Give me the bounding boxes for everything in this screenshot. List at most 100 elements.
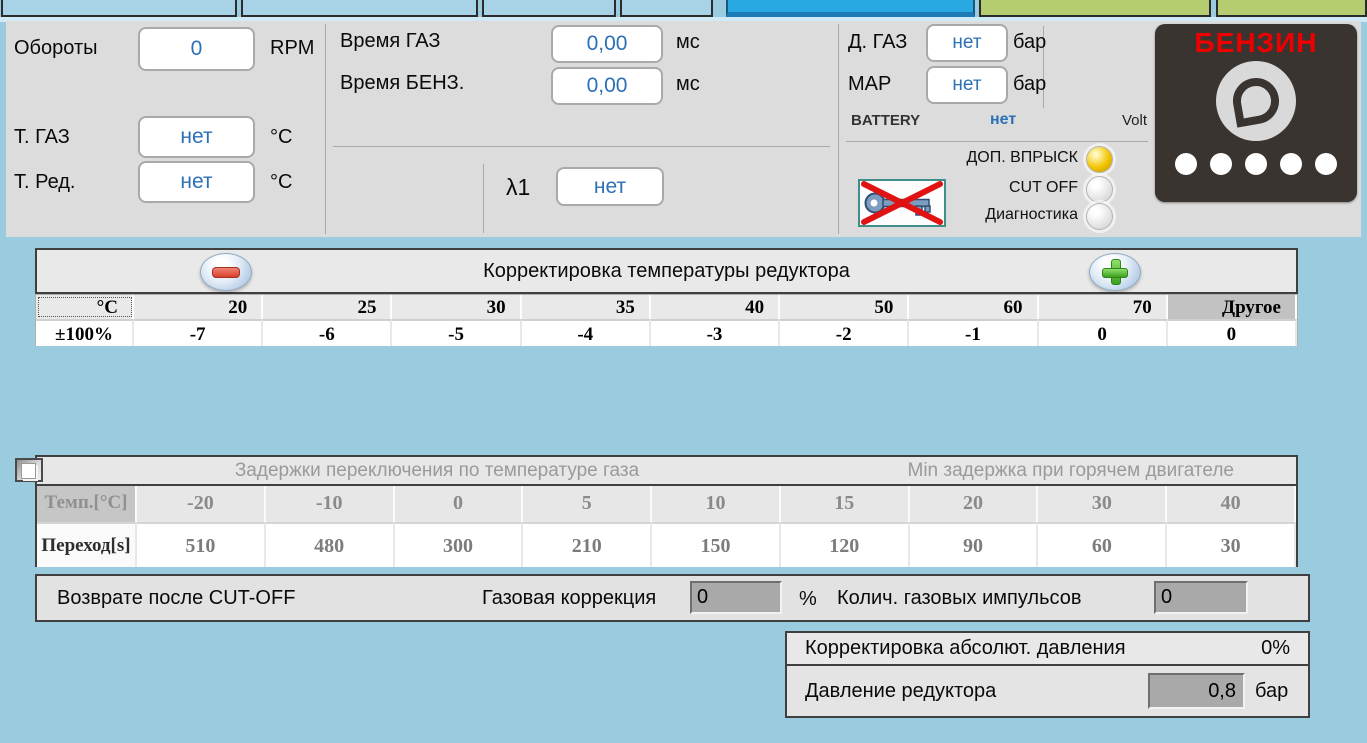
header-cell[interactable]: 30 <box>392 295 522 319</box>
tab-2[interactable] <box>241 0 478 17</box>
rpm-display: 0 <box>138 27 255 71</box>
fuel-switch-badge[interactable]: БЕНЗИН <box>1155 24 1357 202</box>
header-cell[interactable]: 40 <box>650 295 781 319</box>
header-cell[interactable]: 60 <box>909 295 1039 319</box>
gas-correction-label: Газовая коррекция <box>482 587 657 609</box>
header-cell[interactable]: 15 <box>780 486 910 522</box>
value-cell[interactable]: 150 <box>652 522 781 567</box>
header-cell[interactable]: 5 <box>523 486 653 522</box>
min-delay-label: Min задержка при горячем двигателе <box>907 460 1235 481</box>
gas-drop-logo-icon <box>1216 61 1296 141</box>
value-cell[interactable]: -2 <box>780 319 910 346</box>
tab-1[interactable] <box>1 0 237 17</box>
row-label-cell: Переход[s] <box>37 522 137 567</box>
tab-4[interactable] <box>620 0 713 17</box>
level-dot <box>1245 153 1267 175</box>
reducer-correction-header-row: °C 20 25 30 35 40 50 60 70 Другое <box>35 294 1298 319</box>
gas-pulses-input[interactable]: 0 <box>1154 581 1248 614</box>
value-cell[interactable]: -3 <box>650 319 781 346</box>
switch-delays-header-row: Темп.[°C] -20 -10 0 5 10 15 20 30 40 <box>37 486 1296 522</box>
map-label: MAP <box>848 73 892 95</box>
gas-correction-unit: % <box>799 588 817 610</box>
value-cell[interactable]: -4 <box>521 319 651 346</box>
value-cell[interactable]: 210 <box>523 522 653 567</box>
header-cell: Темп.[°C] <box>37 486 137 522</box>
divider <box>333 146 830 147</box>
value-cell[interactable]: 0 <box>1167 319 1297 346</box>
tab-6[interactable] <box>979 0 1211 17</box>
rpm-unit: RPM <box>270 37 315 59</box>
time-benz-display: 0,00 <box>551 67 663 105</box>
value-cell[interactable]: ±100% <box>36 319 134 346</box>
switch-delays-value-row: Переход[s] 510 480 300 210 150 120 90 60… <box>37 522 1296 567</box>
header-cell[interactable]: 40 <box>1167 486 1296 522</box>
header-cell[interactable]: 25 <box>263 295 393 319</box>
min-delay-checkbox[interactable] <box>15 458 43 482</box>
header-cell[interactable]: 35 <box>521 295 651 319</box>
battery-unit: Volt <box>1122 112 1148 129</box>
header-cell[interactable]: 50 <box>780 295 910 319</box>
header-cell[interactable]: 10 <box>652 486 781 522</box>
value-cell[interactable]: -5 <box>392 319 522 346</box>
header-cell[interactable]: 20 <box>909 486 1039 522</box>
lambda1-label: λ1 <box>506 174 531 200</box>
key-disabled-icon <box>858 179 946 227</box>
value-cell[interactable]: 0 <box>1038 319 1168 346</box>
gas-pulses-label: Колич. газовых импульсов <box>837 587 1082 609</box>
time-benz-unit: мс <box>676 73 700 95</box>
header-cell[interactable]: °C <box>36 295 134 319</box>
abs-pressure-correction-value: 0% <box>1261 637 1290 659</box>
level-dot <box>1315 153 1337 175</box>
rpm-label: Обороты <box>14 37 98 59</box>
time-benz-value: 0,00 <box>586 74 628 97</box>
value-cell[interactable]: 120 <box>780 522 910 567</box>
value-cell[interactable]: 60 <box>1038 522 1168 567</box>
lambda1-display: нет <box>556 167 664 206</box>
reducer-pressure-input[interactable]: 0,8 <box>1148 673 1245 709</box>
value-cell[interactable]: 510 <box>137 522 266 567</box>
level-dot <box>1175 153 1197 175</box>
rpm-value: 0 <box>190 37 203 60</box>
plus-button[interactable] <box>1089 253 1141 291</box>
d-gas-label: Д. ГАЗ <box>848 31 908 53</box>
value-cell[interactable]: -1 <box>909 319 1039 346</box>
header-cell[interactable]: -20 <box>137 486 266 522</box>
map-value: нет <box>952 74 982 95</box>
cutoff-return-panel: Возврате после CUT-OFF Газовая коррекция… <box>35 574 1310 622</box>
battery-value: нет <box>990 111 1017 128</box>
tab-5-active[interactable] <box>726 0 975 17</box>
switch-delays-title: Задержки переключения по температуре газ… <box>234 460 640 481</box>
abs-pressure-correction-label: Корректировка абсолют. давления <box>805 637 1126 659</box>
header-cell[interactable]: 0 <box>394 486 524 522</box>
extra-injection-label: ДОП. ВПРЫСК <box>966 149 1078 166</box>
value-cell[interactable]: 30 <box>1167 522 1296 567</box>
time-gas-label: Время ГАЗ <box>340 30 441 52</box>
header-cell[interactable]: 70 <box>1038 295 1168 319</box>
tab-7[interactable] <box>1216 0 1367 17</box>
lambda1-value: нет <box>593 174 627 198</box>
minus-button[interactable] <box>200 253 252 291</box>
time-benz-label: Время БЕНЗ. <box>340 72 465 94</box>
pressure-panel: Корректировка абсолют. давления 0% Давле… <box>785 631 1310 718</box>
header-cell[interactable]: 20 <box>134 295 264 319</box>
value-cell[interactable]: 90 <box>909 522 1039 567</box>
level-dot <box>1210 153 1232 175</box>
header-cell[interactable]: 30 <box>1038 486 1168 522</box>
header-cell[interactable]: -10 <box>265 486 395 522</box>
value-cell[interactable]: 480 <box>265 522 395 567</box>
map-unit: бар <box>1013 73 1047 95</box>
tab-3[interactable] <box>482 0 616 17</box>
value-cell[interactable]: 300 <box>394 522 524 567</box>
map-display: нет <box>926 66 1008 104</box>
value-cell[interactable]: -7 <box>134 319 264 346</box>
gas-correction-input[interactable]: 0 <box>690 581 782 614</box>
t-gas-unit: °C <box>270 126 293 148</box>
t-red-unit: °C <box>270 171 293 193</box>
t-gas-display: нет <box>138 116 255 158</box>
reducer-correction-titlebar: Корректировка температуры редуктора <box>35 248 1298 294</box>
value-cell[interactable]: -6 <box>263 319 393 346</box>
extra-injection-led <box>1086 146 1113 173</box>
header-cell-other[interactable]: Другое <box>1167 295 1297 319</box>
reducer-pressure-value: 0,8 <box>1208 679 1236 702</box>
reducer-correction-value-row: ±100% -7 -6 -5 -4 -3 -2 -1 0 0 <box>35 319 1298 346</box>
